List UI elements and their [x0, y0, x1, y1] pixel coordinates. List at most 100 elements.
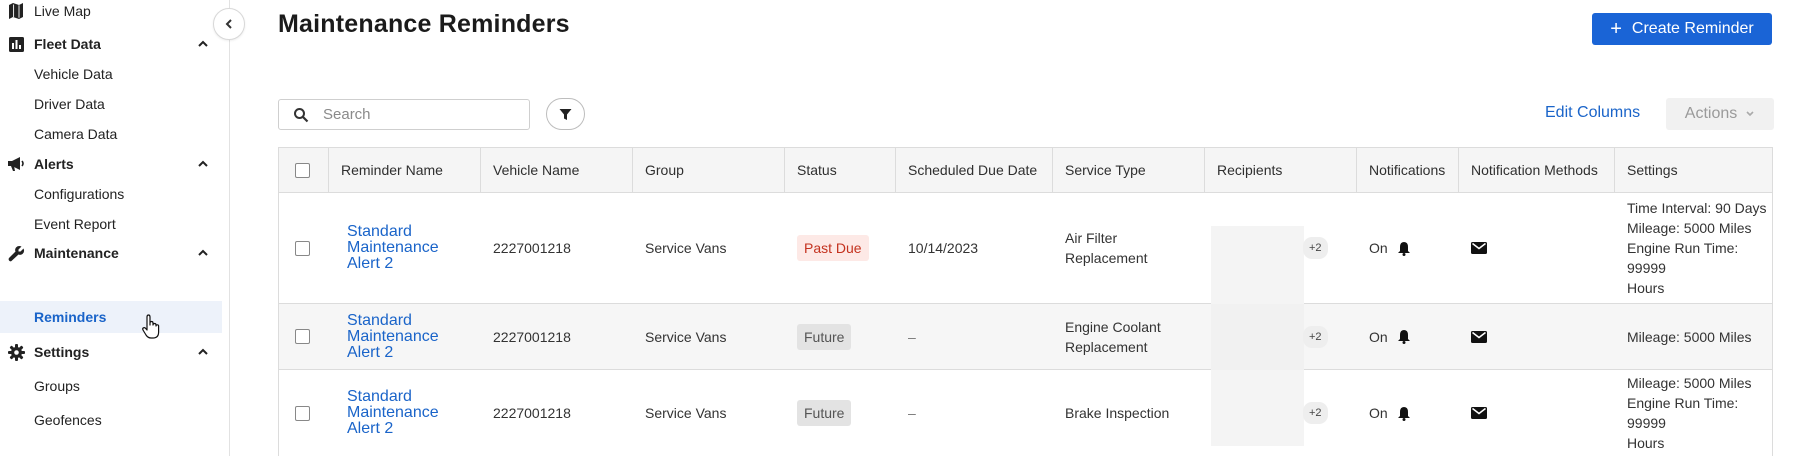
sidebar-item-live-map[interactable]: Live Map	[0, 0, 222, 27]
email-icon	[1471, 330, 1487, 343]
reminder-name-line: Alert 2	[347, 420, 394, 437]
bell-icon	[1397, 241, 1410, 256]
reminder-name-cell: Standard Maintenance Alert 2	[329, 304, 481, 369]
sidebar-item-camera-data[interactable]: Camera Data	[0, 118, 222, 150]
sidebar-section-maintenance[interactable]: Maintenance	[0, 237, 222, 269]
settings-line: Hours	[1627, 280, 1665, 296]
column-header[interactable]: Notification Methods	[1459, 148, 1615, 192]
reminder-name-link[interactable]: Standard Maintenance Alert 2	[347, 389, 439, 437]
reminder-name-line: Maintenance	[347, 239, 439, 256]
recipients-cell: +2	[1205, 304, 1357, 370]
settings-cell: Mileage: 5000 Miles Engine Run Time: 999…	[1615, 370, 1772, 456]
recipients-more-badge[interactable]: +2	[1303, 402, 1328, 424]
create-reminder-label: Create Reminder	[1631, 20, 1754, 37]
search-box[interactable]	[278, 99, 530, 130]
due-date-cell: –	[908, 328, 916, 345]
service-type-line: Engine Coolant	[1065, 318, 1161, 335]
column-header[interactable]: Service Type	[1053, 148, 1205, 192]
column-header[interactable]: Notifications	[1357, 148, 1459, 192]
search-icon	[294, 107, 309, 122]
notifications-status: On	[1369, 405, 1388, 421]
column-header[interactable]: Scheduled Due Date	[896, 148, 1053, 192]
wrench-icon	[7, 244, 25, 262]
chevron-up-icon	[198, 40, 208, 47]
reminder-name-line: Maintenance	[347, 404, 439, 421]
page-title: Maintenance Reminders	[278, 10, 570, 38]
sidebar-item-groups[interactable]: Groups	[0, 370, 222, 402]
bell-icon	[1397, 330, 1410, 344]
service-type-cell: Engine Coolant Replacement	[1053, 304, 1205, 369]
row-checkbox[interactable]	[295, 240, 310, 256]
column-header[interactable]: Reminder Name	[329, 148, 481, 192]
megaphone-icon	[7, 155, 25, 173]
chevron-up-icon	[198, 160, 208, 167]
sidebar-section-settings[interactable]: Settings	[0, 336, 222, 368]
sidebar-section-label: Alerts	[34, 156, 74, 172]
table-row[interactable]: Standard Maintenance Alert 2 2227001218 …	[279, 304, 1772, 370]
notification-methods-cell	[1459, 370, 1615, 456]
reminder-name-cell: Standard Maintenance Alert 2	[329, 193, 481, 303]
sidebar-item-label: Camera Data	[34, 126, 118, 142]
edit-columns-link[interactable]: Edit Columns	[1545, 104, 1640, 122]
notifications-cell: On	[1357, 193, 1459, 303]
settings-line: Time Interval: 90 Days	[1627, 200, 1767, 216]
sidebar-section-alerts[interactable]: Alerts	[0, 148, 222, 180]
chevron-up-icon	[198, 348, 208, 355]
chevron-left-icon	[225, 19, 232, 29]
select-all-checkbox[interactable]	[295, 162, 310, 178]
actions-dropdown[interactable]: Actions	[1666, 98, 1774, 130]
search-input[interactable]	[323, 106, 513, 123]
sidebar: Live Map Fleet Data Vehicle Data Driver …	[0, 0, 230, 456]
sidebar-item-label: Geofences	[34, 412, 102, 428]
group-cell: Service Vans	[645, 405, 727, 421]
column-header[interactable]: Status	[785, 148, 896, 192]
sidebar-item-driver-data[interactable]: Driver Data	[0, 88, 222, 120]
column-header[interactable]: Group	[633, 148, 785, 192]
reminder-name-link[interactable]: Standard Maintenance Alert 2	[347, 224, 439, 272]
hand-pointer-icon	[142, 314, 160, 339]
row-select-cell	[279, 304, 329, 369]
vehicle-name-cell: 2227001218	[493, 328, 571, 345]
create-reminder-button[interactable]: + Create Reminder	[1592, 13, 1772, 45]
settings-line: Hours	[1627, 435, 1665, 451]
sidebar-item-label: Configurations	[34, 186, 125, 202]
column-header[interactable]: Vehicle Name	[481, 148, 633, 192]
reminder-name-link[interactable]: Standard Maintenance Alert 2	[347, 312, 439, 361]
filter-button[interactable]	[546, 98, 585, 130]
sidebar-item-label: Event Report	[34, 216, 116, 232]
recipients-more-badge[interactable]: +2	[1303, 237, 1328, 259]
notification-methods-cell	[1459, 304, 1615, 369]
settings-line: Mileage: 5000 Miles	[1627, 220, 1752, 236]
column-header[interactable]: Settings	[1615, 148, 1772, 192]
map-icon	[7, 2, 25, 20]
reminder-name-line: Standard	[347, 223, 412, 240]
collapse-sidebar-button[interactable]	[213, 8, 245, 40]
status-cell: Future	[785, 304, 896, 369]
notifications-cell: On	[1357, 304, 1459, 369]
service-type-line: Replacement	[1065, 250, 1148, 266]
recipients-list	[1211, 370, 1304, 446]
sidebar-item-event-report[interactable]: Event Report	[0, 208, 222, 240]
recipients-cell: +2	[1205, 193, 1357, 304]
service-type-line: Brake Inspection	[1065, 405, 1170, 421]
column-header[interactable]: Recipients	[1205, 148, 1357, 192]
sidebar-item-geofences[interactable]: Geofences	[0, 404, 222, 436]
sidebar-item-configurations[interactable]: Configurations	[0, 178, 222, 210]
settings-line: Engine Run Time: 99999	[1627, 240, 1739, 276]
status-badge: Past Due	[797, 235, 869, 261]
service-type-cell: Brake Inspection	[1053, 370, 1205, 456]
email-icon	[1471, 242, 1487, 254]
table-row[interactable]: Standard Maintenance Alert 2 2227001218 …	[279, 193, 1772, 304]
chevron-down-icon	[1746, 111, 1754, 117]
row-checkbox[interactable]	[295, 329, 310, 344]
table-header-row: Reminder Name Vehicle Name Group Status …	[279, 148, 1772, 193]
reminder-name-line: Maintenance	[347, 327, 439, 345]
notifications-cell: On	[1357, 370, 1459, 456]
reminder-name-line: Alert 2	[347, 255, 394, 272]
sidebar-section-fleet-data[interactable]: Fleet Data	[0, 28, 222, 60]
sidebar-item-reminders[interactable]: Reminders	[0, 301, 222, 333]
table-row[interactable]: Standard Maintenance Alert 2 2227001218 …	[279, 370, 1772, 456]
recipients-more-badge[interactable]: +2	[1303, 325, 1328, 348]
sidebar-item-vehicle-data[interactable]: Vehicle Data	[0, 58, 222, 90]
row-checkbox[interactable]	[295, 405, 310, 421]
